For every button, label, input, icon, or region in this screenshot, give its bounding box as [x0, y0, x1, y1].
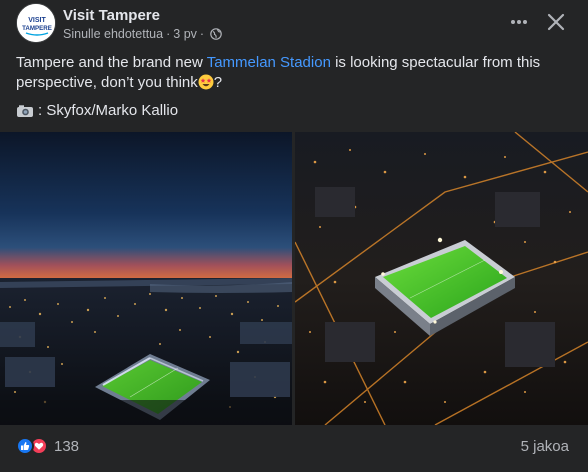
suggested-label: Sinulle ehdotettua	[63, 27, 164, 41]
page-name-link[interactable]: Visit Tampere	[63, 7, 160, 24]
credit-text: : Skyfox/Marko Kallio	[38, 102, 179, 119]
photo-credit: : Skyfox/Marko Kallio	[16, 101, 178, 121]
page-avatar[interactable]: VISIT TAMPERE	[16, 3, 56, 43]
post-footer: 138 5 jakoa	[16, 437, 572, 459]
feed-post: VISIT TAMPERE Visit Tampere Sinulle ehdo…	[0, 0, 588, 472]
post-header: VISIT TAMPERE Visit Tampere Sinulle ehdo…	[16, 3, 576, 47]
hide-post-button[interactable]	[542, 8, 570, 36]
reaction-count: 138	[54, 437, 80, 455]
close-icon	[547, 13, 565, 31]
message-text-1: Tampere and the brand new	[16, 54, 207, 71]
aerial-dusk-city-stadium-photo[interactable]	[0, 132, 292, 425]
post-message: Tampere and the brand new Tammelan Stadi…	[16, 53, 572, 93]
photo-image-right	[295, 132, 588, 425]
photo-image-left	[0, 132, 292, 425]
meta-separator-2: ·	[199, 27, 205, 41]
message-text-3: ?	[213, 74, 223, 91]
more-dots-icon	[511, 20, 527, 24]
reactions-summary[interactable]: 138	[16, 437, 79, 455]
logo-line-visit: VISIT	[28, 17, 46, 24]
globe-icon	[210, 28, 222, 40]
camera-icon	[17, 105, 33, 117]
stadium-link[interactable]: Tammelan Stadion	[207, 54, 331, 71]
star-struck-emoji	[198, 74, 214, 90]
logo-line-tampere: TAMPERE	[22, 25, 52, 32]
aerial-night-stadium-closeup-photo[interactable]	[295, 132, 588, 425]
visit-tampere-logo: VISIT TAMPERE	[17, 4, 55, 42]
post-meta: Sinulle ehdotettua · 3 pv ·	[63, 27, 222, 41]
like-icon	[16, 437, 34, 455]
post-time-link[interactable]: 3 pv	[173, 27, 197, 41]
meta-separator: ·	[166, 27, 171, 41]
share-count-link[interactable]: 5 jakoa	[521, 438, 569, 455]
more-options-button[interactable]	[506, 9, 532, 35]
